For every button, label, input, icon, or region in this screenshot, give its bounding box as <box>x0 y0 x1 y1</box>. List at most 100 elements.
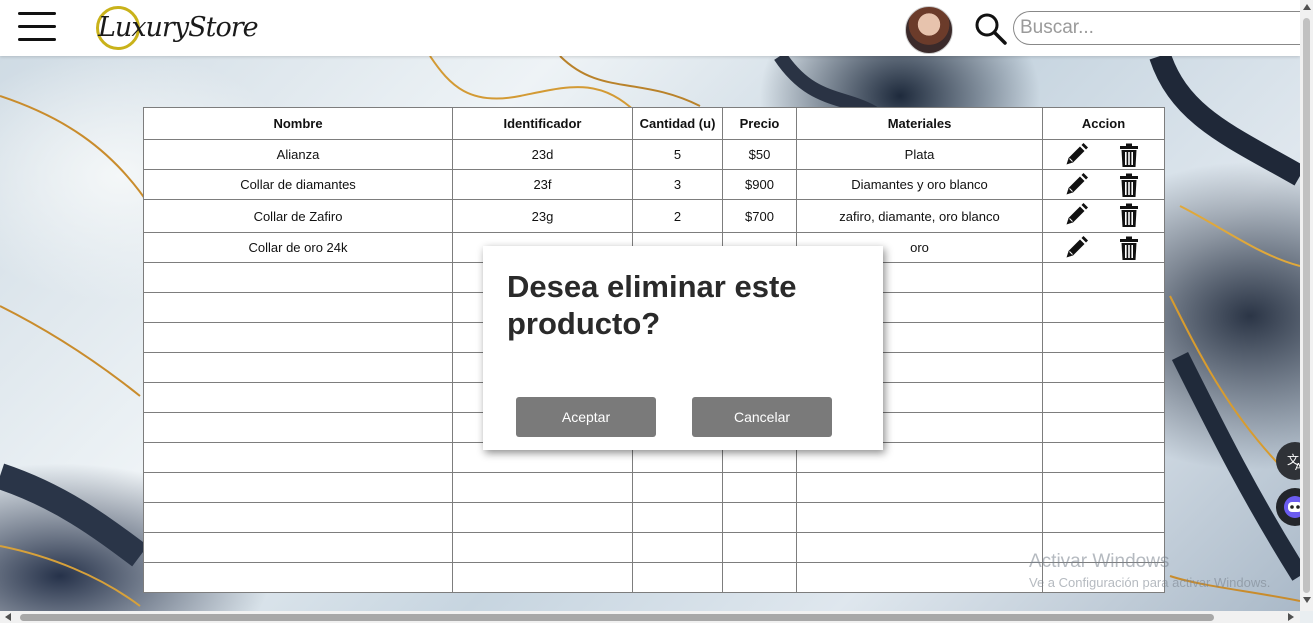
column-header-materiales: Materiales <box>796 107 1043 140</box>
scroll-left-arrow-icon[interactable] <box>5 613 11 621</box>
cell-materiales: Diamantes y oro blanco <box>796 169 1043 200</box>
horizontal-scrollbar[interactable] <box>0 611 1300 623</box>
empty-cell <box>143 412 453 443</box>
cell-nombre: Collar de Zafiro <box>143 199 453 233</box>
delete-confirmation-dialog: Desea eliminar este producto? Aceptar Ca… <box>483 246 883 450</box>
cell-precio: $50 <box>722 139 797 170</box>
empty-cell <box>143 262 453 293</box>
trash-delete-icon[interactable] <box>1116 172 1142 198</box>
cell-accion <box>1042 199 1165 233</box>
empty-cell <box>1042 412 1165 443</box>
vertical-scroll-thumb[interactable] <box>1303 18 1310 593</box>
top-header: LuxuryStore <box>0 0 1313 56</box>
empty-cell <box>1042 472 1165 503</box>
empty-cell <box>143 502 453 533</box>
table-row: Collar de diamantes 23f 3 $900 Diamantes y o… <box>143 169 1165 200</box>
cell-identificador: 23d <box>452 139 633 170</box>
empty-cell <box>452 532 633 563</box>
empty-cell <box>632 562 723 593</box>
cell-accion <box>1042 169 1165 200</box>
empty-cell <box>722 532 797 563</box>
pencil-edit-icon[interactable] <box>1063 235 1089 261</box>
empty-cell <box>143 382 453 413</box>
scroll-down-arrow-icon[interactable] <box>1303 597 1311 603</box>
column-header-cantidad: Cantidad (u) <box>632 107 723 140</box>
cancel-button[interactable]: Cancelar <box>692 397 832 437</box>
cell-precio: $900 <box>722 169 797 200</box>
empty-cell <box>722 472 797 503</box>
empty-table-row <box>143 532 1165 563</box>
empty-cell <box>1042 502 1165 533</box>
cell-materiales: zafiro, diamante, oro blanco <box>796 199 1043 233</box>
empty-cell <box>632 532 723 563</box>
trash-delete-icon[interactable] <box>1116 202 1142 228</box>
luxury-store-logo[interactable]: LuxuryStore <box>94 4 259 52</box>
empty-cell <box>452 562 633 593</box>
empty-cell <box>143 352 453 383</box>
cell-cantidad: 5 <box>632 139 723 170</box>
cell-nombre: Collar de diamantes <box>143 169 453 200</box>
search-icon[interactable] <box>974 12 1008 46</box>
empty-cell <box>1042 352 1165 383</box>
empty-cell <box>1042 322 1165 353</box>
empty-cell <box>796 472 1043 503</box>
empty-cell <box>143 532 453 563</box>
cell-nombre: Collar de oro 24k <box>143 232 453 263</box>
cell-materiales: Plata <box>796 139 1043 170</box>
table-row: Alianza 23d 5 $50 Plata <box>143 139 1165 170</box>
empty-cell <box>452 472 633 503</box>
empty-cell <box>722 562 797 593</box>
search-input[interactable] <box>1013 11 1313 45</box>
trash-delete-icon[interactable] <box>1116 142 1142 168</box>
watermark-title: Activar Windows <box>1029 551 1170 572</box>
cell-identificador: 23g <box>452 199 633 233</box>
dialog-title: Desea eliminar este producto? <box>507 269 797 341</box>
hamburger-menu-icon[interactable] <box>16 10 58 44</box>
empty-cell <box>143 292 453 323</box>
column-header-nombre: Nombre <box>143 107 453 140</box>
column-header-precio: Precio <box>722 107 797 140</box>
empty-cell <box>143 442 453 473</box>
scroll-up-arrow-icon[interactable] <box>1303 4 1311 10</box>
empty-cell <box>722 502 797 533</box>
scroll-right-arrow-icon[interactable] <box>1288 613 1294 621</box>
table-row: Collar de Zafiro 23g 2 $700 zafiro, diamante… <box>143 199 1165 233</box>
table-header-row: Nombre Identificador Cantidad (u) Precio… <box>143 107 1165 140</box>
cell-cantidad: 3 <box>632 169 723 200</box>
cell-identificador: 23f <box>452 169 633 200</box>
empty-cell <box>796 562 1043 593</box>
cell-accion <box>1042 232 1165 263</box>
cell-cantidad: 2 <box>632 199 723 233</box>
empty-cell <box>632 472 723 503</box>
trash-delete-icon[interactable] <box>1116 235 1142 261</box>
pencil-edit-icon[interactable] <box>1063 142 1089 168</box>
empty-cell <box>796 532 1043 563</box>
column-header-identificador: Identificador <box>452 107 633 140</box>
windows-activation-watermark: Activar Windows Ve a Configuración para … <box>1029 551 1270 590</box>
empty-cell <box>632 502 723 533</box>
empty-table-row <box>143 562 1165 593</box>
column-header-accion: Accion <box>1042 107 1165 140</box>
empty-table-row <box>143 502 1165 533</box>
cell-accion <box>1042 139 1165 170</box>
empty-cell <box>143 322 453 353</box>
logo-text: LuxuryStore <box>98 12 259 43</box>
vertical-scrollbar[interactable] <box>1300 0 1313 611</box>
empty-cell <box>796 502 1043 533</box>
watermark-subtitle: Ve a Configuración para activar Windows. <box>1029 575 1271 590</box>
empty-cell <box>452 502 633 533</box>
empty-cell <box>143 562 453 593</box>
empty-table-row <box>143 472 1165 503</box>
empty-cell <box>1042 382 1165 413</box>
pencil-edit-icon[interactable] <box>1063 172 1089 198</box>
cell-precio: $700 <box>722 199 797 233</box>
pencil-edit-icon[interactable] <box>1063 202 1089 228</box>
user-avatar[interactable] <box>905 6 953 54</box>
empty-cell <box>1042 262 1165 293</box>
empty-cell <box>143 472 453 503</box>
cell-nombre: Alianza <box>143 139 453 170</box>
empty-cell <box>1042 292 1165 323</box>
accept-button[interactable]: Aceptar <box>516 397 656 437</box>
horizontal-scroll-thumb[interactable] <box>20 614 1214 621</box>
empty-cell <box>1042 442 1165 473</box>
